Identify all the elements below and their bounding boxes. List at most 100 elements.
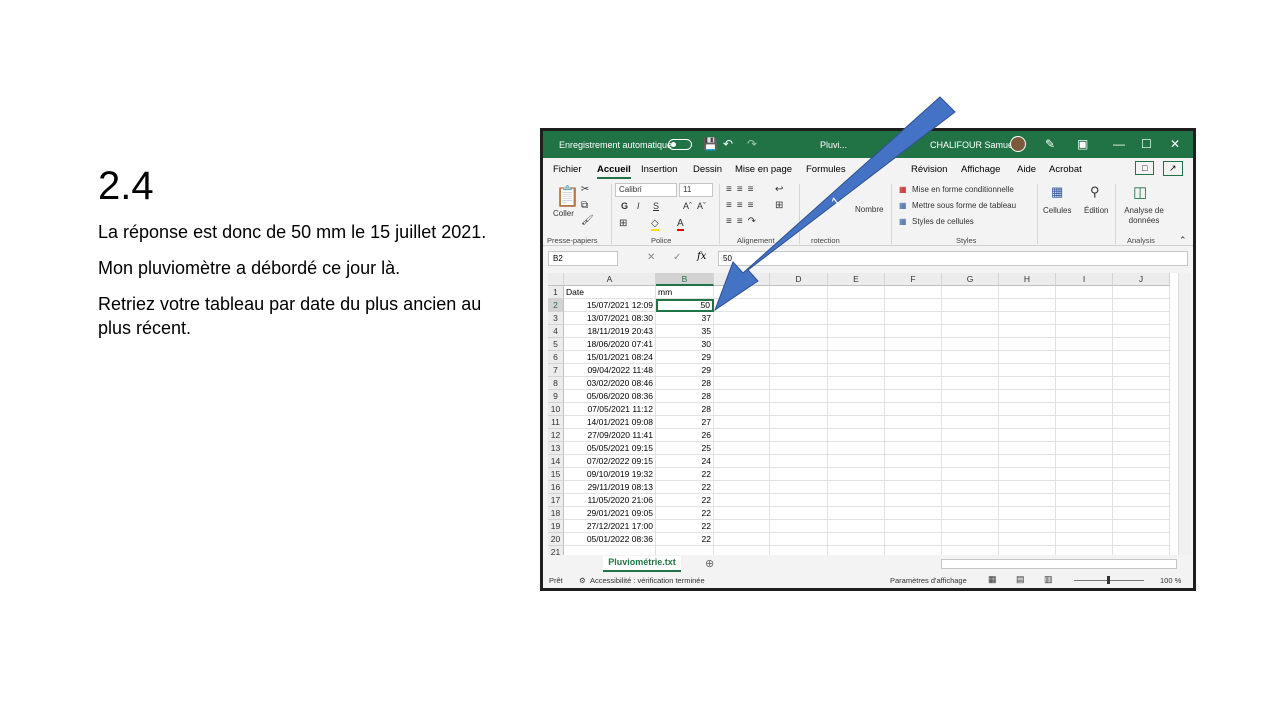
- cell[interactable]: [828, 520, 885, 533]
- cell[interactable]: [828, 416, 885, 429]
- cell[interactable]: [770, 494, 828, 507]
- close-icon[interactable]: ✕: [1170, 137, 1180, 151]
- cell[interactable]: 22: [656, 507, 714, 520]
- cell[interactable]: [1056, 533, 1113, 546]
- cell[interactable]: [714, 507, 770, 520]
- cell[interactable]: [1113, 533, 1170, 546]
- cell[interactable]: [942, 325, 999, 338]
- zoom-level[interactable]: 100 %: [1160, 576, 1181, 585]
- cell[interactable]: [714, 494, 770, 507]
- cell[interactable]: [1056, 364, 1113, 377]
- cell[interactable]: [714, 390, 770, 403]
- row-header[interactable]: 12: [548, 429, 564, 442]
- cell[interactable]: [828, 390, 885, 403]
- column-header[interactable]: J: [1113, 273, 1170, 286]
- cell[interactable]: [942, 403, 999, 416]
- cell[interactable]: [999, 520, 1056, 533]
- cells-label[interactable]: Cellules: [1043, 206, 1071, 215]
- cell[interactable]: [942, 455, 999, 468]
- cell[interactable]: [770, 429, 828, 442]
- maximize-icon[interactable]: ☐: [1141, 137, 1152, 151]
- cell[interactable]: [770, 520, 828, 533]
- cell[interactable]: [1056, 312, 1113, 325]
- cell[interactable]: [770, 507, 828, 520]
- cell[interactable]: [999, 325, 1056, 338]
- vertical-scrollbar[interactable]: [1178, 273, 1191, 555]
- cell[interactable]: [714, 546, 770, 555]
- tab-fichier[interactable]: Fichier: [553, 164, 582, 175]
- cell[interactable]: 11/05/2020 21:06: [564, 494, 656, 507]
- display-settings[interactable]: Paramètres d'affichage: [890, 576, 967, 585]
- cell[interactable]: [942, 494, 999, 507]
- cell[interactable]: [828, 455, 885, 468]
- cell[interactable]: [564, 546, 656, 555]
- cell[interactable]: [999, 390, 1056, 403]
- cell[interactable]: [656, 546, 714, 555]
- cell[interactable]: [999, 351, 1056, 364]
- row-header[interactable]: 15: [548, 468, 564, 481]
- cell[interactable]: [770, 481, 828, 494]
- cell[interactable]: [999, 533, 1056, 546]
- cell[interactable]: [770, 377, 828, 390]
- row-header[interactable]: 1: [548, 286, 564, 299]
- horizontal-scrollbar[interactable]: [941, 559, 1177, 569]
- cell[interactable]: [828, 338, 885, 351]
- row-header[interactable]: 3: [548, 312, 564, 325]
- cell[interactable]: [1113, 364, 1170, 377]
- pen-icon[interactable]: ✎: [1045, 137, 1055, 151]
- cell[interactable]: [885, 442, 942, 455]
- cell[interactable]: [999, 455, 1056, 468]
- cell[interactable]: [1056, 416, 1113, 429]
- cell[interactable]: [1056, 351, 1113, 364]
- bold-button[interactable]: G: [621, 201, 628, 211]
- cell[interactable]: 29/01/2021 09:05: [564, 507, 656, 520]
- cell[interactable]: [999, 429, 1056, 442]
- cell[interactable]: [942, 351, 999, 364]
- comments-icon[interactable]: □: [1135, 161, 1155, 175]
- cell[interactable]: 15/01/2021 08:24: [564, 351, 656, 364]
- cell[interactable]: [999, 416, 1056, 429]
- tab-acrobat[interactable]: Acrobat: [1049, 164, 1082, 175]
- cell[interactable]: [1113, 338, 1170, 351]
- cell[interactable]: [714, 325, 770, 338]
- page-layout-view-icon[interactable]: ▤: [1016, 574, 1025, 585]
- ribbon-display-icon[interactable]: ▣: [1077, 137, 1088, 151]
- cell[interactable]: [1113, 377, 1170, 390]
- cell[interactable]: [885, 351, 942, 364]
- row-header[interactable]: 8: [548, 377, 564, 390]
- cell[interactable]: [999, 481, 1056, 494]
- row-header[interactable]: 7: [548, 364, 564, 377]
- cell[interactable]: [999, 364, 1056, 377]
- cell[interactable]: [714, 455, 770, 468]
- cell[interactable]: [885, 546, 942, 555]
- cell[interactable]: [999, 312, 1056, 325]
- cell[interactable]: [885, 494, 942, 507]
- cell[interactable]: [1056, 429, 1113, 442]
- cell[interactable]: [885, 338, 942, 351]
- cut-icon[interactable]: ✂: [581, 184, 589, 195]
- copy-icon[interactable]: ⧉: [581, 200, 588, 211]
- cell[interactable]: [1113, 299, 1170, 312]
- cell[interactable]: [942, 507, 999, 520]
- cell[interactable]: 27/12/2021 17:00: [564, 520, 656, 533]
- row-header[interactable]: 9: [548, 390, 564, 403]
- cell[interactable]: [770, 325, 828, 338]
- user-avatar[interactable]: [1010, 136, 1026, 152]
- cell[interactable]: [885, 377, 942, 390]
- cell[interactable]: 07/05/2021 11:12: [564, 403, 656, 416]
- cell[interactable]: 22: [656, 520, 714, 533]
- cell[interactable]: 05/06/2020 08:36: [564, 390, 656, 403]
- cell[interactable]: [885, 455, 942, 468]
- column-header[interactable]: I: [1056, 273, 1113, 286]
- cell[interactable]: [1113, 520, 1170, 533]
- font-name-select[interactable]: Calibri: [615, 183, 677, 197]
- cell[interactable]: [714, 403, 770, 416]
- cell[interactable]: [828, 351, 885, 364]
- cell[interactable]: [1056, 546, 1113, 555]
- column-header[interactable]: H: [999, 273, 1056, 286]
- cell[interactable]: [1113, 442, 1170, 455]
- format-painter-icon[interactable]: 🖌: [581, 215, 594, 226]
- cell[interactable]: [942, 468, 999, 481]
- cell[interactable]: [1056, 481, 1113, 494]
- cell[interactable]: [1056, 286, 1113, 299]
